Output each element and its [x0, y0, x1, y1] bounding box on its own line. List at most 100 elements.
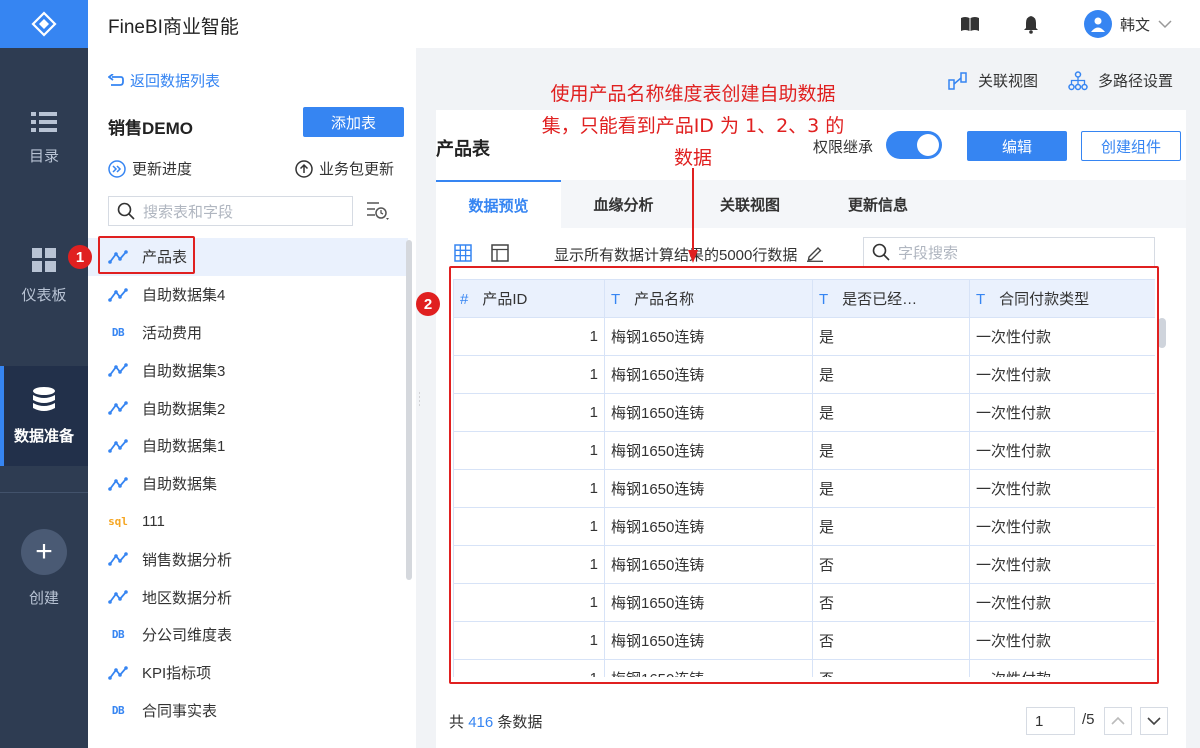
package-update-button[interactable]: 业务包更新 — [295, 158, 394, 179]
table-list-item-label: 地区数据分析 — [142, 589, 233, 607]
table-list-item[interactable]: 自助数据集1 — [88, 427, 408, 465]
table-list-item-label: 分公司维度表 — [142, 627, 233, 645]
search-icon — [117, 202, 135, 220]
book-icon[interactable] — [960, 14, 980, 34]
table-list-item[interactable]: 自助数据集2 — [88, 389, 408, 427]
table-list-item-label: 自助数据集1 — [142, 438, 226, 456]
app-title: FineBI商业智能 — [108, 17, 239, 38]
bell-icon[interactable] — [1021, 14, 1041, 34]
self-service-dataset-icon — [108, 590, 128, 604]
self-service-dataset-icon — [108, 439, 128, 453]
table-list-item-label: 销售数据分析 — [142, 551, 233, 569]
nav-item-label: 仪表板 — [21, 286, 67, 304]
list-icon — [31, 111, 57, 132]
multipath-settings-button[interactable]: 多路径设置 — [1068, 70, 1173, 91]
self-service-dataset-icon — [108, 363, 128, 378]
table-search-input[interactable]: 搜索表和字段 — [108, 196, 353, 226]
relation-view-button[interactable]: 关联视图 — [948, 70, 1038, 91]
avatar — [1084, 10, 1112, 38]
db-table-icon: DB — [111, 703, 125, 717]
highlight-box-product-table — [98, 236, 195, 274]
filter-icon[interactable] — [366, 200, 392, 222]
marker-2: 2 — [416, 292, 440, 316]
back-arrow-icon — [108, 73, 124, 86]
back-link-label: 返回数据列表 — [130, 73, 221, 90]
update-progress-label: 更新进度 — [132, 161, 193, 178]
table-list-item[interactable]: 自助数据集4 — [88, 276, 408, 314]
grid-scrollbar[interactable] — [1158, 318, 1166, 348]
package-update-label: 业务包更新 — [319, 161, 395, 178]
total-count-value: 416 — [468, 714, 494, 731]
table-list-item[interactable]: DB 活动费用 — [88, 314, 408, 352]
table-list-scrollbar[interactable] — [406, 240, 412, 580]
permission-inherit-toggle[interactable] — [886, 131, 942, 159]
add-table-button[interactable]: 添加表 — [303, 107, 404, 137]
top-header: FineBI商业智能 韩文 — [88, 0, 1200, 48]
db-table-icon: DB — [111, 628, 125, 642]
table-list-item[interactable]: 自助数据集 — [88, 465, 408, 503]
upload-icon — [295, 159, 313, 178]
page-number-input[interactable]: 1 — [1026, 707, 1075, 735]
nav-divider — [0, 492, 88, 493]
self-service-dataset-icon — [108, 287, 128, 302]
plus-icon: + — [21, 528, 67, 575]
logo-icon — [31, 11, 57, 37]
grid-view-icon[interactable] — [454, 244, 472, 262]
table-list-panel: 返回数据列表 销售DEMO 添加表 更新进度 业务包更新 搜索表和字段 产品表自… — [88, 48, 416, 748]
sql-table-icon: sql — [108, 514, 128, 528]
user-name: 韩文 — [1120, 16, 1151, 34]
nav-item-label: 数据准备 — [13, 427, 74, 445]
tab-lineage[interactable]: 血缘分析 — [561, 180, 686, 228]
nav-item-catalog[interactable]: 目录 — [0, 88, 88, 188]
tab-relation-view[interactable]: 关联视图 — [686, 180, 814, 228]
table-list-item[interactable]: sql 111 — [88, 503, 408, 541]
relation-view-label: 关联视图 — [978, 73, 1039, 90]
table-list-item[interactable]: KPI指标项 — [88, 654, 408, 692]
update-progress-button[interactable]: 更新进度 — [108, 158, 192, 179]
field-search-input[interactable]: 字段搜索 — [863, 237, 1155, 267]
prev-page-button[interactable] — [1104, 707, 1132, 735]
table-list-item[interactable]: 地区数据分析 — [88, 578, 408, 616]
table-list-item[interactable]: 自助数据集3 — [88, 351, 408, 389]
self-service-dataset-icon — [108, 665, 128, 680]
user-icon — [1091, 17, 1105, 32]
edit-button[interactable]: 编辑 — [967, 131, 1067, 161]
total-prefix: 共 — [449, 714, 465, 731]
total-count: 共 416 条数据 — [449, 711, 542, 732]
self-service-dataset-icon — [108, 401, 128, 415]
hierarchy-icon — [1068, 70, 1088, 90]
table-list-item-label: 自助数据集 — [142, 476, 218, 494]
user-menu[interactable]: 韩文 — [1084, 10, 1172, 38]
chevron-down-icon — [1158, 20, 1172, 29]
table-list-item-label: 合同事实表 — [142, 702, 218, 720]
create-component-button[interactable]: 创建组件 — [1081, 131, 1181, 161]
table-list-item-label: 自助数据集3 — [142, 362, 226, 380]
nav-rail: 目录 仪表板 数据准备 + 创建 — [0, 0, 88, 748]
multipath-label: 多路径设置 — [1098, 73, 1174, 90]
table-list-item-label: 自助数据集4 — [142, 287, 226, 305]
table-title: 产品表 — [436, 139, 490, 159]
nav-item-data-prep[interactable]: 数据准备 — [0, 366, 88, 466]
nav-item-create[interactable]: + 创建 — [0, 518, 88, 618]
next-page-button[interactable] — [1140, 707, 1168, 735]
dashboard-icon — [32, 247, 56, 272]
back-to-data-list-link[interactable]: 返回数据列表 — [108, 70, 220, 91]
chevron-down-icon — [1147, 717, 1161, 726]
self-service-dataset-icon — [108, 552, 128, 567]
edit-icon[interactable] — [806, 244, 824, 262]
app-logo[interactable] — [0, 0, 88, 48]
table-list-item[interactable]: DB 分公司维度表 — [88, 616, 408, 654]
table-list-item[interactable]: DB 合同事实表 — [88, 692, 408, 730]
db-table-icon: DB — [111, 325, 125, 339]
search-icon — [872, 243, 890, 261]
progress-icon — [108, 159, 126, 178]
preview-info-text: 显示所有数据计算结果的5000行数据 — [554, 247, 798, 264]
nav-item-dashboard[interactable]: 仪表板 — [0, 226, 88, 326]
database-icon — [33, 386, 55, 411]
table-list-item-label: 111 — [142, 512, 165, 530]
field-search-placeholder: 字段搜索 — [898, 244, 959, 262]
table-list-item[interactable]: 销售数据分析 — [88, 540, 408, 578]
layout-icon[interactable] — [491, 244, 509, 262]
tab-update-info[interactable]: 更新信息 — [814, 180, 942, 228]
tab-data-preview[interactable]: 数据预览 — [436, 180, 561, 228]
